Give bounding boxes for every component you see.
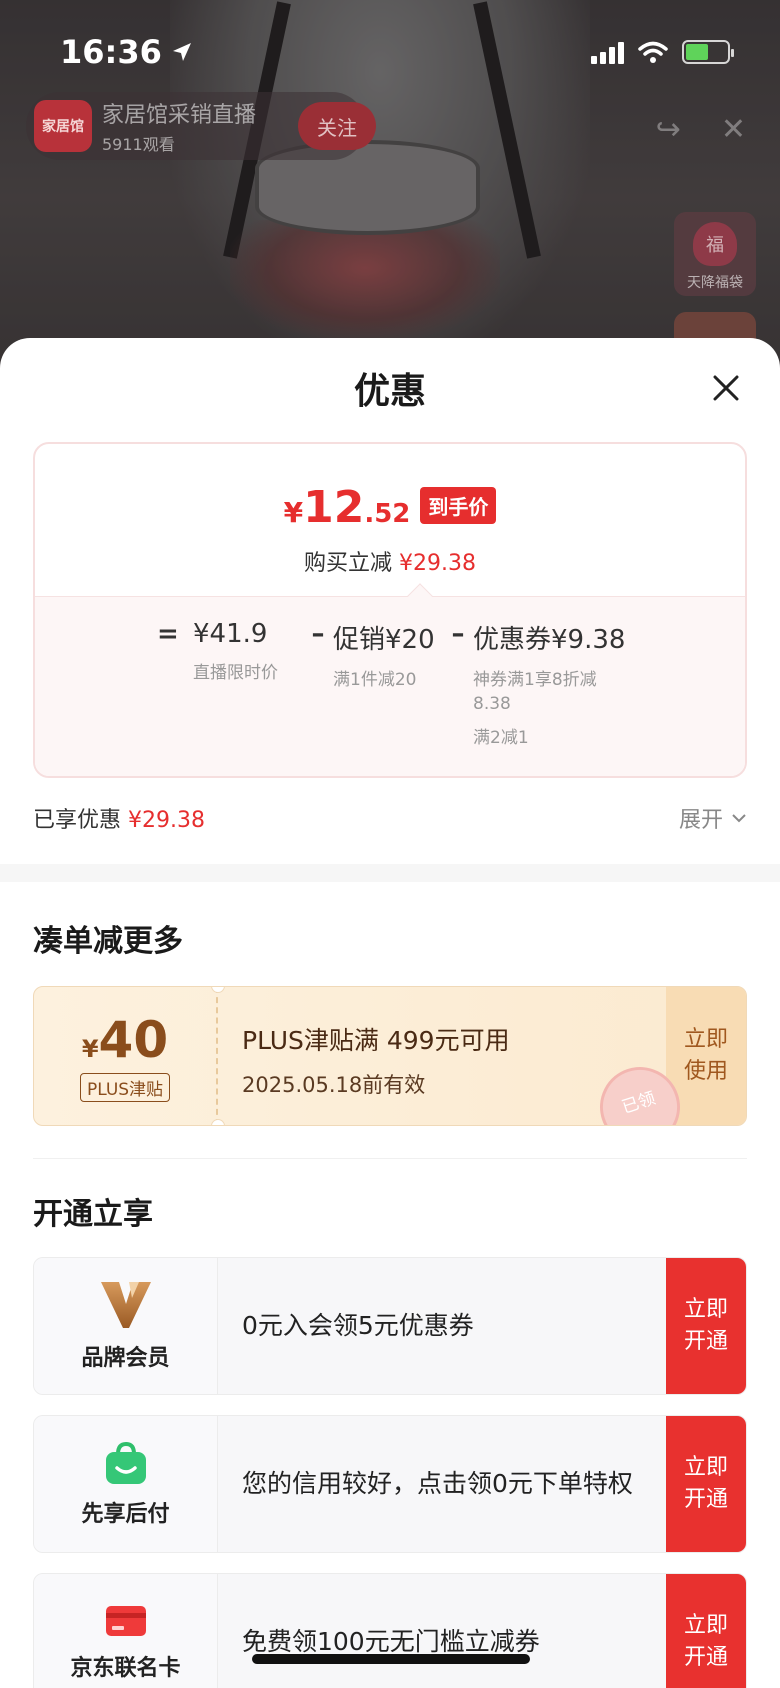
- enjoyed-label: 已享优惠: [33, 808, 122, 833]
- battery-icon: [682, 40, 734, 64]
- coupon-notch: [211, 1119, 225, 1125]
- close-icon[interactable]: [708, 370, 744, 406]
- enjoyed-discount-row: 已享优惠 ¥29.38 展开: [33, 798, 747, 838]
- close-live-icon[interactable]: ✕: [721, 112, 746, 147]
- coupon-discount: 优惠券¥9.38 神券满1享8折减 8.38 满2减1: [473, 625, 626, 748]
- shopping-bag-icon: [105, 1441, 146, 1484]
- clock: 16:36: [60, 33, 162, 71]
- wifi-icon: [638, 41, 668, 63]
- benefit-card-brand-member[interactable]: 品牌会员 0元入会领5元优惠券 立即开通: [33, 1257, 747, 1395]
- location-arrow-icon: [172, 43, 191, 61]
- benefit-card-pay-later[interactable]: 先享后付 您的信用较好，点击领0元下单特权 立即开通: [33, 1415, 747, 1553]
- open-section-title: 开通立享: [33, 1197, 153, 1232]
- credit-card-icon: [105, 1606, 146, 1636]
- open-now-button[interactable]: 立即开通: [666, 1258, 746, 1394]
- coupon-condition: PLUS津贴满 499元可用: [242, 1026, 510, 1055]
- home-indicator[interactable]: [252, 1654, 530, 1664]
- minus-sign: –: [311, 619, 325, 649]
- lucky-bag-widget[interactable]: 福 天降福袋: [674, 212, 756, 296]
- sheet-title: 优惠: [353, 371, 426, 412]
- equals-sign: =: [157, 619, 179, 649]
- view-count: 5911观看: [102, 135, 175, 154]
- discount-sheet: 优惠 ¥ 12 .52 到手价 购买立减 ¥29.38 = ¥41.9 直播限时…: [0, 338, 780, 1688]
- chevron-down-icon: [732, 814, 746, 823]
- follow-button[interactable]: 关注: [298, 102, 376, 150]
- enjoyed-amount: ¥29.38: [128, 808, 205, 833]
- streamer-info[interactable]: 家居馆 家居馆采销直播 5911观看 关注: [26, 92, 376, 160]
- base-price: ¥41.9 直播限时价: [193, 619, 278, 683]
- divider: [33, 1158, 747, 1159]
- save-summary: 购买立减 ¥29.38: [304, 551, 476, 576]
- final-price-tag: 到手价: [420, 487, 497, 524]
- promo-discount: 促销¥20 满1件减20: [333, 625, 435, 690]
- cellular-signal-icon: [591, 40, 624, 64]
- expand-button[interactable]: 展开: [679, 802, 747, 834]
- streamer-logo: 家居馆: [34, 100, 92, 152]
- lucky-bag-icon: 福: [693, 222, 737, 266]
- share-icon[interactable]: ↪: [656, 112, 681, 147]
- final-price: ¥ 12 .52 到手价: [284, 482, 497, 533]
- benefit-desc: 0元入会领5元优惠券: [242, 1311, 474, 1340]
- streamer-name: 家居馆采销直播: [102, 103, 257, 128]
- benefit-desc: 免费领100元无门槛立减券: [242, 1627, 540, 1656]
- lucky-bag-label: 天降福袋: [687, 275, 743, 291]
- plus-coupon-card[interactable]: ¥ 40 PLUS津贴 PLUS津贴满 499元可用 2025.05.18前有效…: [33, 986, 747, 1126]
- price-formula: = ¥41.9 直播限时价 – 促销¥20 满1件减20 – 优惠券¥9.38 …: [35, 596, 745, 776]
- benefit-card-jd-card[interactable]: 京东联名卡 免费领100元无门槛立减券 立即开通: [33, 1573, 747, 1688]
- coupon-amount: ¥ 40: [81, 1010, 169, 1069]
- open-now-button[interactable]: 立即开通: [666, 1416, 746, 1552]
- status-bar: 16:36: [60, 30, 734, 74]
- brand-v-icon: [100, 1282, 151, 1328]
- open-now-button[interactable]: 立即开通: [666, 1574, 746, 1688]
- price-breakdown-card: ¥ 12 .52 到手价 购买立减 ¥29.38 = ¥41.9 直播限时价 –…: [33, 442, 747, 778]
- section-gap: [0, 864, 780, 882]
- more-section-title: 凑单减更多: [33, 924, 183, 959]
- coupon-badge: PLUS津贴: [79, 1072, 171, 1102]
- minus-sign: –: [451, 619, 465, 649]
- benefit-desc: 您的信用较好，点击领0元下单特权: [242, 1469, 633, 1498]
